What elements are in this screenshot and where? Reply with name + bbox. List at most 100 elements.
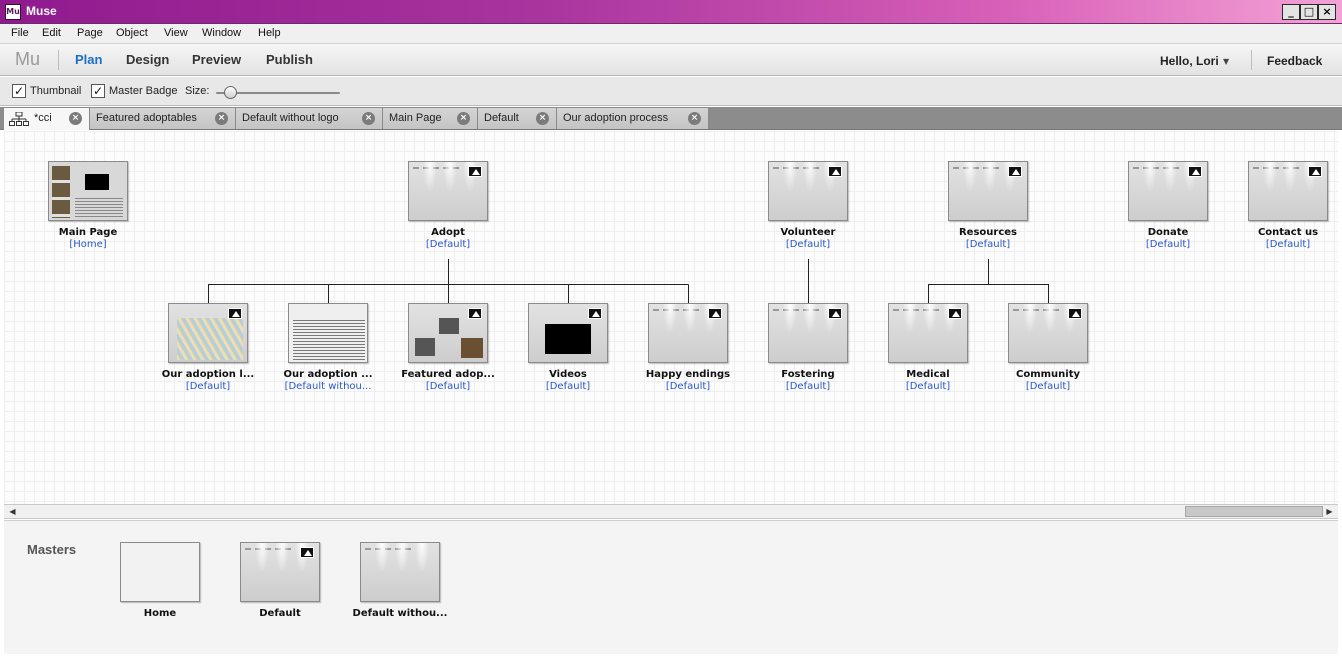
page-thumbnail[interactable] <box>1248 161 1328 221</box>
page-name[interactable]: Community <box>988 369 1108 380</box>
master-badge[interactable]: [Default] <box>748 381 868 392</box>
page-thumbnail[interactable] <box>768 303 848 363</box>
page-name[interactable]: Donate <box>1108 227 1228 238</box>
master-thumbnail[interactable] <box>240 542 320 602</box>
master-name[interactable]: Default withou... <box>340 608 460 619</box>
page-name[interactable]: Volunteer <box>748 227 868 238</box>
scroll-left-arrow-icon[interactable]: ◀ <box>5 505 20 518</box>
master-badge[interactable]: [Default] <box>388 239 508 250</box>
menu-view[interactable]: View <box>164 27 188 39</box>
page-thumbnail[interactable] <box>288 303 368 363</box>
page-name[interactable]: Our adoption l... <box>148 369 268 380</box>
page-thumbnail[interactable] <box>1008 303 1088 363</box>
master-thumbnail[interactable] <box>360 542 440 602</box>
close-tab-icon[interactable]: × <box>215 112 228 125</box>
master-badge[interactable]: [Default] <box>388 381 508 392</box>
tab-default-without-logo[interactable]: Default without logo × <box>236 108 383 129</box>
page-node-main-page[interactable]: Main Page [Home] <box>28 161 148 250</box>
master-thumbnail[interactable] <box>120 542 200 602</box>
master-badge[interactable]: [Default] <box>628 381 748 392</box>
page-node-volunteer[interactable]: Volunteer [Default] <box>748 161 868 250</box>
master-node-default[interactable]: Default <box>220 542 340 619</box>
master-node-home[interactable]: Home <box>100 542 220 619</box>
page-thumbnail[interactable] <box>168 303 248 363</box>
tab-cci-sitemap[interactable]: *cci × <box>4 108 90 130</box>
page-name[interactable]: Resources <box>928 227 1048 238</box>
mode-tab-design[interactable]: Design <box>126 52 169 67</box>
menu-help[interactable]: Help <box>258 27 281 39</box>
menu-edit[interactable]: Edit <box>42 27 61 39</box>
tab-our-adoption-process[interactable]: Our adoption process × <box>557 108 709 129</box>
master-badge[interactable]: [Default] <box>988 381 1108 392</box>
page-thumbnail[interactable] <box>408 303 488 363</box>
page-name[interactable]: Main Page <box>28 227 148 238</box>
tab-default[interactable]: Default × <box>478 108 557 129</box>
master-badge[interactable]: [Default withou... <box>268 381 388 392</box>
page-thumbnail[interactable] <box>768 161 848 221</box>
thumbnail-checkbox[interactable]: ✓ <box>12 84 26 98</box>
page-node-happy-endings[interactable]: Happy endings [Default] <box>628 303 748 392</box>
page-name[interactable]: Medical <box>868 369 988 380</box>
page-thumbnail[interactable] <box>888 303 968 363</box>
page-name[interactable]: Happy endings <box>628 369 748 380</box>
menu-page[interactable]: Page <box>77 27 103 39</box>
page-name[interactable]: Fostering <box>748 369 868 380</box>
page-name[interactable]: Adopt <box>388 227 508 238</box>
minimize-button[interactable]: _ <box>1282 4 1300 20</box>
user-menu[interactable]: Hello, Lori <box>1160 54 1219 68</box>
master-badge[interactable]: [Default] <box>508 381 628 392</box>
page-node-donate[interactable]: Donate [Default] <box>1108 161 1228 250</box>
master-badge[interactable]: [Default] <box>148 381 268 392</box>
tab-main-page[interactable]: Main Page × <box>383 108 478 129</box>
close-tab-icon[interactable]: × <box>688 112 701 125</box>
maximize-button[interactable]: □ <box>1300 4 1318 20</box>
scroll-right-arrow-icon[interactable]: ▶ <box>1322 505 1337 518</box>
close-window-button[interactable]: × <box>1318 4 1336 20</box>
close-tab-icon[interactable]: × <box>457 112 470 125</box>
page-node-fostering[interactable]: Fostering [Default] <box>748 303 868 392</box>
horizontal-scrollbar[interactable]: ◀ ▶ <box>4 504 1338 519</box>
mode-tab-plan[interactable]: Plan <box>75 52 102 67</box>
menu-object[interactable]: Object <box>116 27 148 39</box>
master-badge[interactable]: [Default] <box>868 381 988 392</box>
page-thumbnail[interactable] <box>528 303 608 363</box>
menu-window[interactable]: Window <box>202 27 241 39</box>
page-name[interactable]: Featured adop... <box>388 369 508 380</box>
master-name[interactable]: Default <box>220 608 340 619</box>
master-badge[interactable]: [Default] <box>928 239 1048 250</box>
page-thumbnail[interactable] <box>48 161 128 221</box>
tab-featured-adoptables[interactable]: Featured adoptables × <box>90 108 236 129</box>
page-thumbnail[interactable] <box>648 303 728 363</box>
page-thumbnail[interactable] <box>408 161 488 221</box>
page-name[interactable]: Videos <box>508 369 628 380</box>
page-node-videos[interactable]: Videos [Default] <box>508 303 628 392</box>
page-node-adopt[interactable]: Adopt [Default] <box>388 161 508 250</box>
page-name[interactable]: Our adoption ... <box>268 369 388 380</box>
page-node-resources[interactable]: Resources [Default] <box>928 161 1048 250</box>
master-badge[interactable]: [Default] <box>1228 239 1338 250</box>
master-badge[interactable]: [Default] <box>1108 239 1228 250</box>
size-slider-thumb[interactable] <box>224 86 238 99</box>
menu-file[interactable]: File <box>11 27 29 39</box>
feedback-button[interactable]: Feedback <box>1267 54 1322 68</box>
mode-tab-publish[interactable]: Publish <box>266 52 313 67</box>
page-node-featured-adoptables[interactable]: Featured adop... [Default] <box>388 303 508 392</box>
page-node-our-adoption-process[interactable]: Our adoption ... [Default withou... <box>268 303 388 392</box>
mode-tab-preview[interactable]: Preview <box>192 52 241 67</box>
page-thumbnail[interactable] <box>1128 161 1208 221</box>
master-badge[interactable]: [Home] <box>28 239 148 250</box>
master-name[interactable]: Home <box>100 608 220 619</box>
page-name[interactable]: Contact us <box>1228 227 1338 238</box>
page-node-our-adoption-location[interactable]: Our adoption l... [Default] <box>148 303 268 392</box>
close-tab-icon[interactable]: × <box>536 112 549 125</box>
page-node-medical[interactable]: Medical [Default] <box>868 303 988 392</box>
master-node-default-without-logo[interactable]: Default withou... <box>340 542 460 619</box>
page-node-community[interactable]: Community [Default] <box>988 303 1108 392</box>
page-node-contact-us[interactable]: Contact us [Default] <box>1228 161 1338 250</box>
chevron-down-icon[interactable]: ▼ <box>1223 57 1229 66</box>
page-thumbnail[interactable] <box>948 161 1028 221</box>
sitemap-canvas[interactable]: Main Page [Home] Adopt [Default] Volunte… <box>4 131 1338 504</box>
scrollbar-thumb[interactable] <box>1185 506 1323 517</box>
master-badge[interactable]: [Default] <box>748 239 868 250</box>
master-badge-checkbox[interactable]: ✓ <box>91 84 105 98</box>
